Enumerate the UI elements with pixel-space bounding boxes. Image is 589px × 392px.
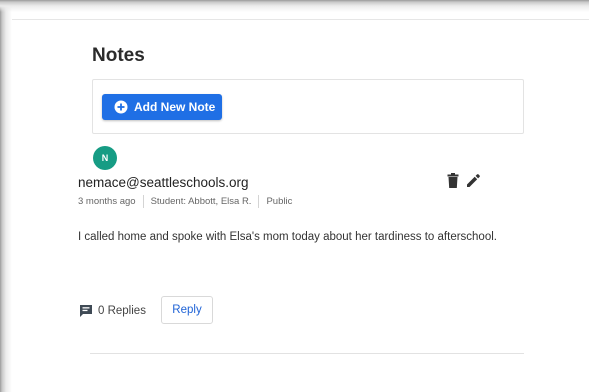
meta-divider: [258, 195, 260, 208]
add-new-note-label: Add New Note: [134, 100, 216, 114]
note-actions: [447, 173, 481, 193]
trash-icon[interactable]: [447, 173, 459, 193]
reply-button[interactable]: Reply: [161, 296, 213, 324]
note-author: nemace@seattleschools.org: [78, 175, 249, 190]
note-text: I called home and spoke with Elsa's mom …: [78, 231, 497, 243]
note-meta: 3 months ago Student: Abbott, Elsa R. Pu…: [78, 195, 292, 208]
comment-icon: [79, 304, 93, 317]
note-student: Student: Abbott, Elsa R.: [150, 196, 252, 207]
meta-divider: [142, 195, 144, 208]
note-divider: [90, 353, 524, 354]
add-new-note-button[interactable]: Add New Note: [102, 94, 222, 120]
avatar: N: [93, 146, 117, 170]
pencil-icon[interactable]: [466, 173, 481, 193]
note-visibility: Public: [266, 196, 293, 207]
window-shadow-left: [0, 0, 12, 392]
window-shadow-top: [0, 0, 589, 12]
replies-label: 0 Replies: [98, 304, 146, 317]
note-time: 3 months ago: [78, 196, 136, 207]
replies-count[interactable]: 0 Replies: [79, 304, 146, 317]
notes-panel: Notes Add New Note N nemace@seattleschoo…: [0, 0, 589, 392]
top-divider: [12, 19, 589, 20]
plus-circle-icon: [114, 100, 128, 114]
notes-title: Notes: [92, 45, 145, 66]
